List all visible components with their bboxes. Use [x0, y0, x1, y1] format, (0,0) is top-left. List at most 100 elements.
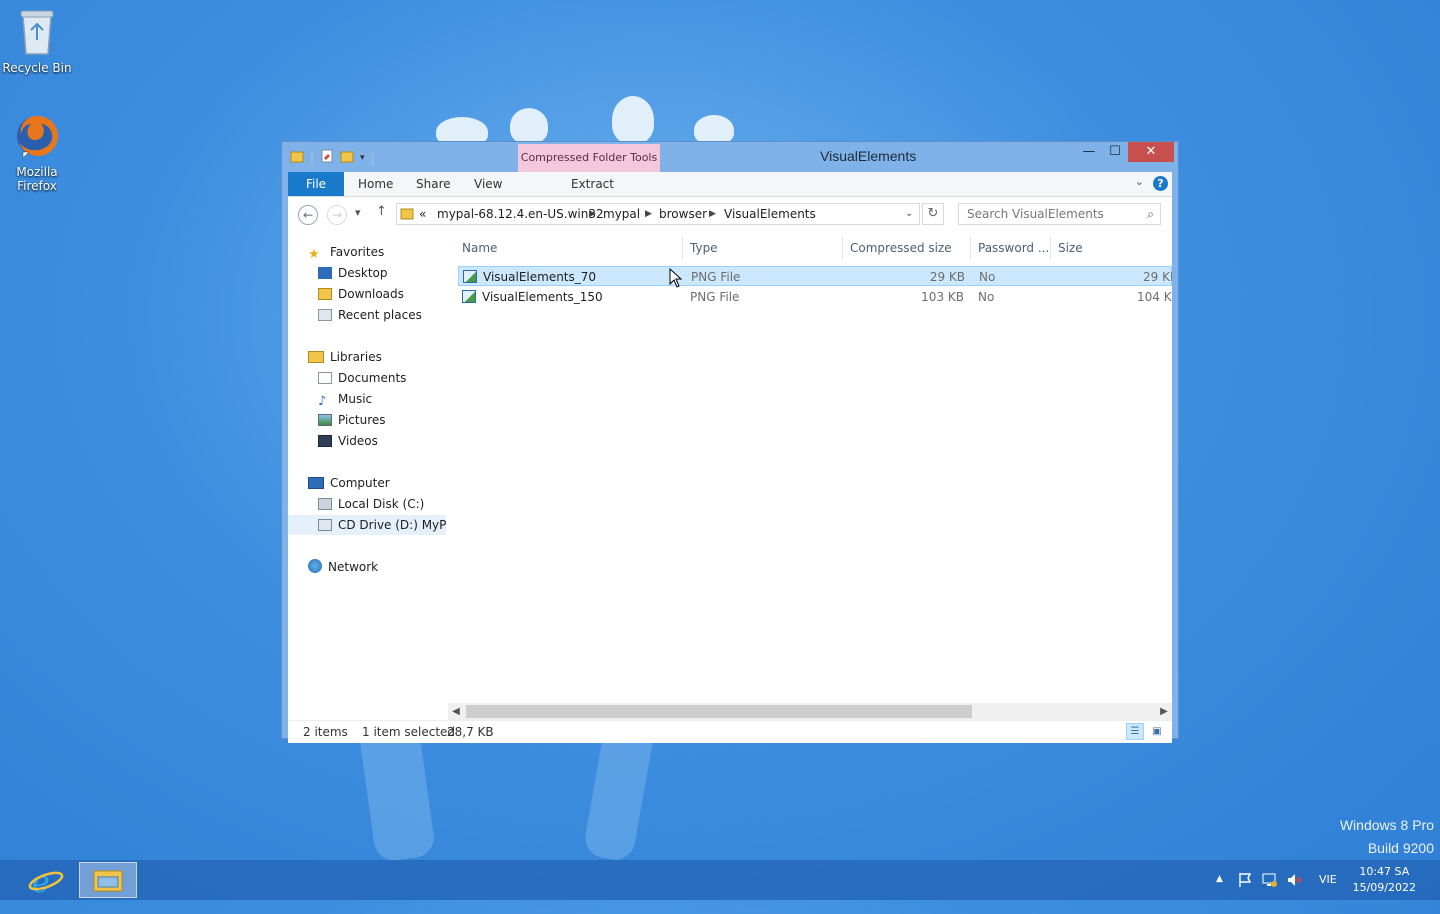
column-header-size[interactable]: Size [1058, 241, 1083, 255]
file-row-visualelements-70[interactable]: VisualElements_70 PNG File 29 KB No 29 K… [458, 266, 1172, 286]
nav-cd-drive[interactable]: CD Drive (D:) MyPal [288, 515, 446, 535]
address-bar[interactable]: « mypal-68.12.4.en-US.win32 ▶ mypal ▶ br… [396, 203, 920, 225]
column-header-password[interactable]: Password ... [978, 241, 1049, 255]
search-input[interactable]: Search VisualElements ⌕ [958, 203, 1161, 225]
sort-ascending-icon: ˄ [567, 235, 572, 239]
nav-computer[interactable]: Computer [308, 473, 390, 493]
status-selected-size: 28,7 KB [447, 725, 494, 739]
help-icon[interactable]: ? [1153, 176, 1168, 191]
windows-edition-watermark: Windows 8 Pro [1339, 817, 1434, 833]
recycle-bin-icon [1, 6, 73, 59]
nav-recent-places[interactable]: Recent places [318, 305, 422, 325]
desktop-icon-label: Mozilla [16, 165, 58, 179]
close-button[interactable]: ✕ [1128, 142, 1174, 162]
breadcrumb-mypal-win32[interactable]: mypal-68.12.4.en-US.win32 [437, 204, 604, 224]
status-bar: 2 items 1 item selected 28,7 KB ☰ ▣ [288, 720, 1172, 743]
column-header-name[interactable]: Name [462, 241, 497, 255]
breadcrumb-visualelements[interactable]: VisualElements [724, 204, 816, 224]
nav-pictures[interactable]: Pictures [318, 410, 386, 430]
customize-toolbar-icon[interactable]: ▾ [360, 153, 365, 163]
nav-favorites[interactable]: ★ Favorites [308, 242, 384, 262]
desktop-icon [318, 267, 332, 279]
breadcrumb-separator-icon[interactable]: ▶ [645, 204, 652, 224]
input-language[interactable]: VIE [1319, 873, 1337, 913]
details-view-icon[interactable]: ☰ [1126, 723, 1144, 740]
tab-extract[interactable]: Extract [571, 172, 614, 196]
local-disk-icon [318, 498, 332, 510]
recent-places-icon [318, 309, 332, 321]
properties-icon[interactable] [320, 149, 334, 166]
file-row-visualelements-150[interactable]: VisualElements_150 PNG File 103 KB No 10… [458, 287, 1172, 307]
nav-network[interactable]: Network [308, 557, 378, 577]
column-header-compressed-size[interactable]: Compressed size [850, 241, 952, 255]
file-list: ˄ Name Type Compressed size Password ...… [458, 235, 1172, 695]
cd-drive-icon [318, 519, 332, 531]
breadcrumb-separator-icon[interactable]: ▶ [709, 204, 716, 224]
refresh-button[interactable]: ↻ [922, 203, 944, 225]
wallpaper-petal [510, 108, 548, 144]
taskbar-internet-explorer[interactable]: e [18, 862, 74, 900]
minimize-button[interactable]: — [1076, 142, 1102, 162]
expand-ribbon-icon[interactable]: ⌄ [1135, 175, 1144, 188]
nav-local-disk[interactable]: Local Disk (C:) [318, 494, 424, 514]
title-bar[interactable]: | ▾ | Compressed Folder Tools VisualElem… [282, 142, 1178, 174]
nav-videos[interactable]: Videos [318, 431, 378, 451]
action-center-flag-icon[interactable] [1238, 872, 1252, 912]
show-hidden-icons[interactable]: ▲ [1216, 874, 1223, 914]
search-icon[interactable]: ⌕ [1147, 204, 1154, 224]
compressed-folder-tools-tab[interactable]: Compressed Folder Tools [518, 144, 660, 172]
scroll-left-icon[interactable]: ◀ [448, 703, 464, 720]
forward-button[interactable]: → [327, 205, 347, 225]
documents-icon [318, 372, 332, 384]
file-explorer-icon [93, 870, 123, 892]
firefox-icon [1, 112, 73, 163]
scrollbar-thumb[interactable] [466, 705, 972, 718]
up-button[interactable]: ↑ [376, 204, 387, 219]
folder-icon [400, 204, 414, 224]
explorer-window: | ▾ | Compressed Folder Tools VisualElem… [281, 141, 1179, 743]
folder-icon [290, 149, 304, 166]
breadcrumb-mypal[interactable]: mypal [603, 204, 640, 224]
tab-file[interactable]: File [288, 172, 344, 196]
large-icons-view-icon[interactable]: ▣ [1148, 723, 1166, 740]
column-divider[interactable] [1050, 237, 1051, 259]
build-watermark: Build 9200 [1367, 840, 1434, 856]
star-icon: ★ [308, 247, 320, 262]
downloads-icon [318, 288, 332, 300]
maximize-button[interactable]: ☐ [1102, 142, 1128, 162]
system-clock[interactable]: 10:47 SA 15/09/2022 [1353, 864, 1416, 896]
tab-share[interactable]: Share [416, 172, 451, 196]
network-tray-icon[interactable] [1262, 872, 1278, 912]
column-divider[interactable] [682, 237, 683, 259]
mouse-cursor-icon [669, 267, 683, 291]
pictures-icon [318, 414, 332, 426]
nav-documents[interactable]: Documents [318, 368, 406, 388]
nav-music[interactable]: ♪ Music [318, 389, 372, 409]
videos-icon [318, 435, 332, 447]
desktop-icon-recycle-bin[interactable]: Recycle Bin [1, 6, 73, 75]
scroll-right-icon[interactable]: ▶ [1156, 703, 1172, 720]
recent-locations-icon[interactable]: ▾ [355, 206, 361, 219]
breadcrumb-separator-icon[interactable]: ▶ [589, 204, 596, 224]
nav-libraries[interactable]: Libraries [308, 347, 382, 367]
navigation-bar: ← → ▾ ↑ « mypal-68.12.4.en-US.win32 ▶ my… [288, 197, 1172, 231]
png-file-icon [462, 290, 476, 303]
tab-view[interactable]: View [474, 172, 502, 196]
new-folder-icon[interactable] [340, 149, 354, 166]
taskbar-file-explorer[interactable] [79, 862, 137, 898]
quick-access-toolbar: | ▾ | [290, 149, 375, 166]
volume-muted-icon[interactable] [1286, 872, 1302, 912]
horizontal-scrollbar[interactable]: ◀ ▶ [448, 703, 1172, 720]
back-button[interactable]: ← [298, 205, 318, 225]
tab-home[interactable]: Home [358, 172, 393, 196]
music-icon: ♪ [318, 394, 327, 409]
column-divider[interactable] [842, 237, 843, 259]
address-dropdown-icon[interactable]: ⌄ [905, 204, 913, 224]
desktop-icon-firefox[interactable]: Mozilla Firefox [1, 112, 73, 193]
nav-downloads[interactable]: Downloads [318, 284, 404, 304]
column-header-type[interactable]: Type [690, 241, 718, 255]
breadcrumb-overflow[interactable]: « [419, 204, 426, 224]
nav-desktop[interactable]: Desktop [318, 263, 388, 283]
breadcrumb-browser[interactable]: browser [659, 204, 707, 224]
column-divider[interactable] [970, 237, 971, 259]
